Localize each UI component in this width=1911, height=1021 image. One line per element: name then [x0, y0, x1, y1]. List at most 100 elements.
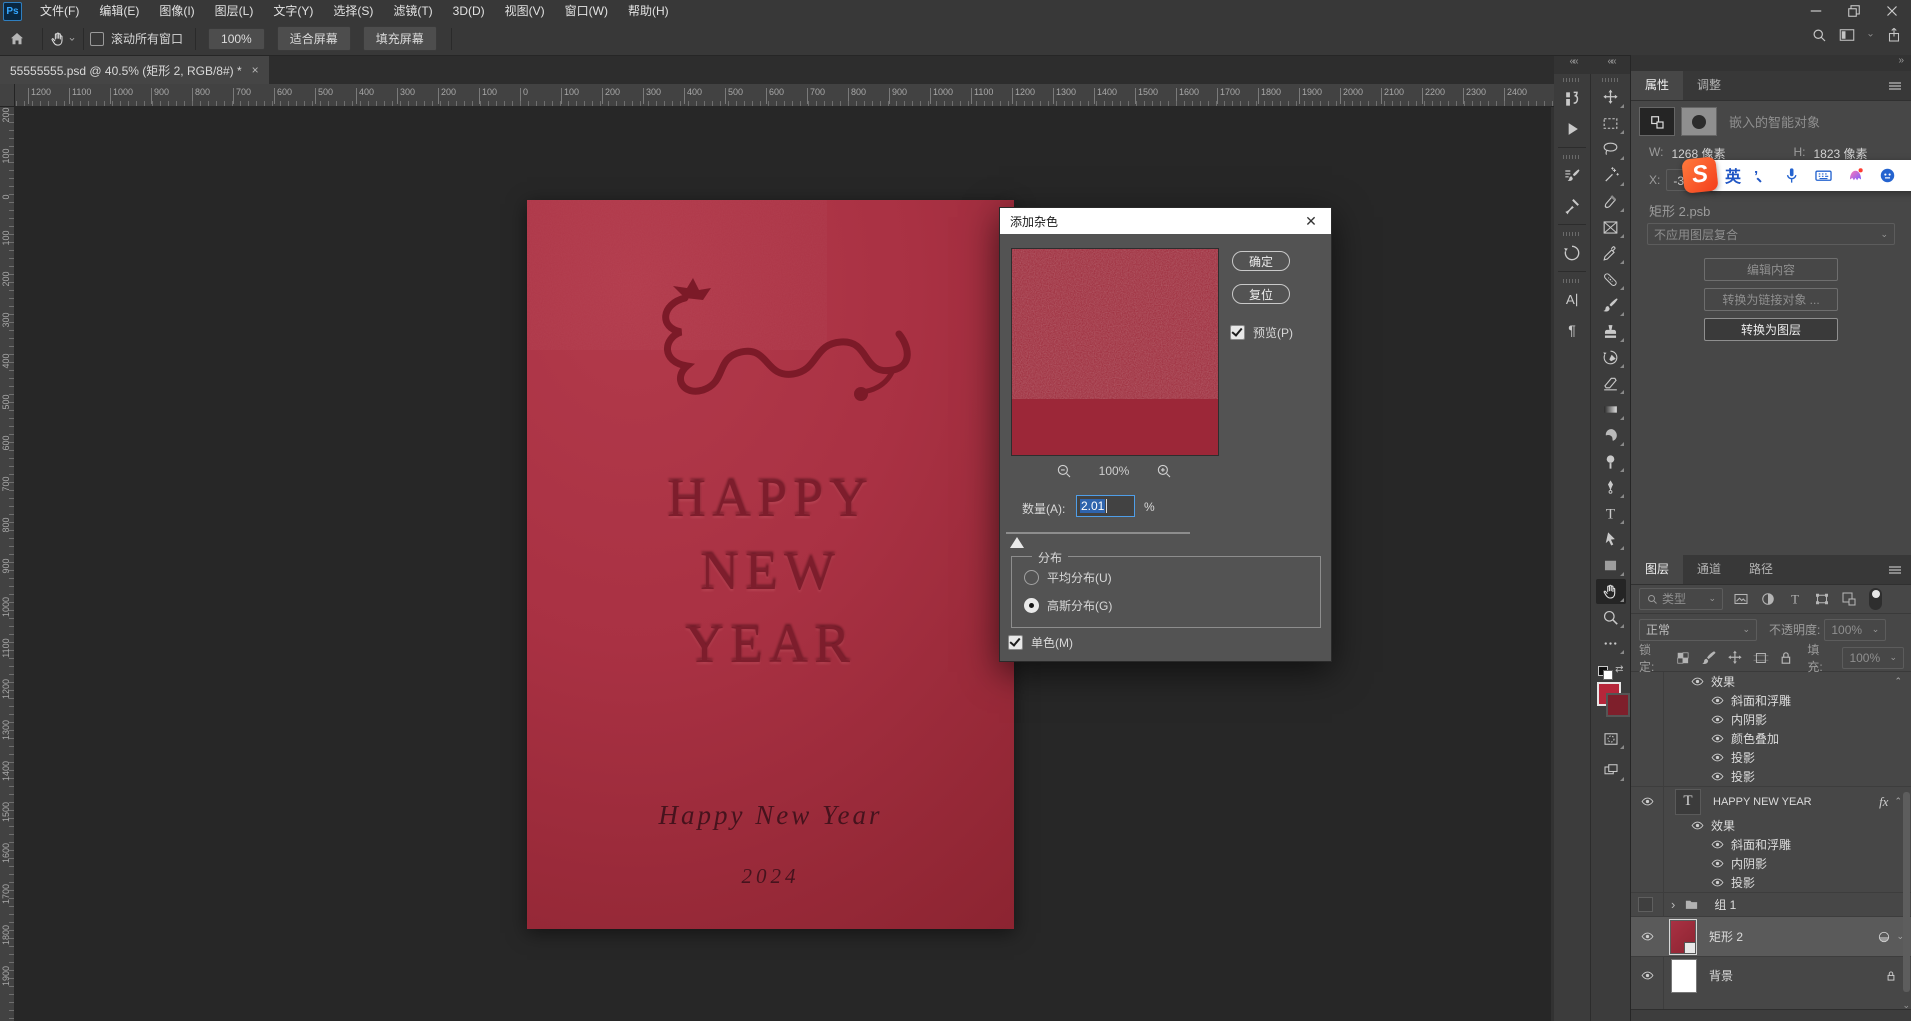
chevron-down-icon[interactable] [67, 30, 77, 48]
sogou-skin-icon[interactable] [1846, 166, 1865, 185]
document-tab[interactable]: 55555555.psd @ 40.5% (矩形 2, RGB/8#) * × [0, 56, 269, 84]
gaussian-radio[interactable] [1024, 598, 1039, 613]
smudge-tool[interactable] [1596, 423, 1626, 448]
amount-input[interactable]: 2.01 [1076, 495, 1135, 517]
convert-to-linked-button[interactable]: 转换为链接对象 ... [1704, 288, 1838, 311]
quick-mask-tool[interactable] [1596, 726, 1626, 751]
tab-close-icon[interactable]: × [252, 63, 259, 77]
fill-screen-button[interactable]: 填充屏幕 [363, 26, 437, 51]
layer-effect-row[interactable]: 投影 [1631, 873, 1911, 892]
smart-object-thumbnail[interactable] [1639, 107, 1675, 136]
menu-item[interactable]: 帮助(H) [618, 0, 679, 22]
fit-screen-button[interactable]: 适合屏幕 [277, 26, 351, 51]
tab-channels[interactable]: 通道 [1683, 555, 1735, 584]
chevron-down-icon[interactable] [1866, 26, 1875, 44]
shape-tool[interactable] [1596, 553, 1626, 578]
collapse-effects-icon[interactable]: ⌃ [1894, 796, 1902, 807]
panel-paragraph-button[interactable]: ¶ [1557, 316, 1587, 344]
history-brush-tool[interactable] [1596, 345, 1626, 370]
noise-preview[interactable] [1011, 248, 1219, 456]
menu-item[interactable]: 文字(Y) [263, 0, 323, 22]
layer-visibility-eye[interactable] [1687, 675, 1707, 688]
minimize-button[interactable] [1797, 0, 1835, 22]
expand-group-icon[interactable]: › [1671, 897, 1675, 912]
convert-to-layer-button[interactable]: 转换为图层 [1704, 318, 1838, 341]
sogou-keyboard-icon[interactable] [1814, 166, 1833, 185]
lasso-tool[interactable] [1596, 137, 1626, 162]
layer-name[interactable]: HAPPY NEW YEAR [1713, 796, 1812, 808]
panel-brush-settings-button[interactable] [1557, 162, 1587, 190]
smart-filters-icon[interactable] [1876, 929, 1892, 945]
amount-slider-track[interactable] [1006, 532, 1190, 534]
uniform-radio[interactable] [1024, 570, 1039, 585]
tab-adjustments[interactable]: 调整 [1683, 71, 1735, 100]
layer-effect-row[interactable]: 斜面和浮雕 [1631, 835, 1911, 854]
layer-visibility-eye[interactable] [1707, 713, 1727, 726]
layer-effect-row[interactable]: 投影 [1631, 748, 1911, 767]
panel-character-button[interactable]: A [1557, 286, 1587, 314]
dodge-tool[interactable] [1596, 449, 1626, 474]
lock-all-icon[interactable] [1777, 649, 1795, 667]
spot-healing-tool[interactable] [1596, 189, 1626, 214]
lock-artboard-icon[interactable] [1752, 649, 1770, 667]
mask-thumbnail[interactable] [1681, 107, 1717, 136]
layer-visibility-eye[interactable] [1707, 857, 1727, 870]
clone-stamp-tool[interactable] [1596, 319, 1626, 344]
magic-wand-tool[interactable] [1596, 163, 1626, 188]
lock-pixels-icon[interactable] [1700, 649, 1718, 667]
layer-comp-dropdown[interactable]: 不应用图层复合⌄ [1647, 223, 1895, 245]
home-icon[interactable] [8, 30, 26, 48]
frame-tool[interactable] [1596, 215, 1626, 240]
panel-actions-button[interactable] [1557, 115, 1587, 143]
layer-thumbnail[interactable] [1671, 959, 1697, 993]
hand-tool[interactable] [1596, 579, 1626, 604]
filter-toggle[interactable] [1869, 588, 1882, 610]
scrollbar[interactable] [1903, 792, 1910, 992]
collapse-panel-icon[interactable]: «« [1592, 56, 1630, 74]
layer-name[interactable]: 矩形 2 [1709, 928, 1743, 945]
screen-mode-tool[interactable] [1596, 758, 1626, 783]
layer-visibility-eye[interactable] [1707, 732, 1727, 745]
layer-effect-row[interactable]: 投影 [1631, 767, 1911, 786]
filter-shape-layers-icon[interactable] [1813, 590, 1831, 608]
sogou-language-mode[interactable]: 英 [1725, 163, 1741, 187]
eraser-tool[interactable] [1596, 371, 1626, 396]
workspace-layout-icon[interactable] [1838, 26, 1856, 44]
menu-item[interactable]: 编辑(E) [89, 0, 149, 22]
panel-history-button[interactable] [1557, 239, 1587, 267]
menu-item[interactable]: 图像(I) [149, 0, 204, 22]
layer-row[interactable]: THAPPY NEW YEARfx⌃ [1631, 786, 1911, 816]
menu-item[interactable]: 文件(F) [30, 0, 89, 22]
marquee-tool[interactable] [1596, 111, 1626, 136]
scroll-all-windows-checkbox[interactable] [90, 32, 104, 46]
zoom-in-icon[interactable] [1155, 462, 1173, 480]
panel-menu-icon[interactable] [1886, 561, 1904, 579]
layer-effect-row[interactable]: 效果 [1631, 816, 1911, 835]
eyedropper-tool[interactable] [1596, 241, 1626, 266]
sogou-logo[interactable]: S [1681, 156, 1718, 193]
filter-type-layers-icon[interactable]: T [1786, 590, 1804, 608]
layer-effect-row[interactable]: 颜色叠加 [1631, 729, 1911, 748]
blend-mode-dropdown[interactable]: 正常⌄ [1639, 619, 1757, 641]
collapse-panel-icon[interactable]: «« [1554, 56, 1592, 74]
menu-item[interactable]: 视图(V) [495, 0, 555, 22]
layer-row[interactable]: ›组 1 [1631, 892, 1911, 916]
color-swatches[interactable] [1596, 682, 1626, 716]
filter-adjustment-layers-icon[interactable] [1759, 590, 1777, 608]
panel-menu-icon[interactable] [1886, 77, 1904, 95]
type-tool[interactable]: T [1596, 501, 1626, 526]
layer-visibility-eye[interactable] [1637, 930, 1657, 943]
layer-effect-row[interactable]: 效果⌃ [1631, 672, 1911, 691]
layer-visibility-eye[interactable] [1707, 694, 1727, 707]
fill-dropdown[interactable]: 100%⌄ [1842, 647, 1904, 669]
layer-visibility-eye[interactable] [1707, 838, 1727, 851]
amount-slider-thumb[interactable] [1010, 537, 1024, 548]
sogou-toolbox-icon[interactable] [1878, 166, 1897, 185]
menu-item[interactable]: 窗口(W) [555, 0, 618, 22]
lock-transparent-icon[interactable] [1674, 649, 1692, 667]
layer-visibility-eye[interactable] [1707, 751, 1727, 764]
layer-row[interactable]: 矩形 2⌄ [1631, 916, 1911, 956]
filter-pixel-layers-icon[interactable] [1732, 590, 1750, 608]
layer-visibility-eye[interactable] [1687, 819, 1707, 832]
lock-position-icon[interactable] [1726, 649, 1744, 667]
